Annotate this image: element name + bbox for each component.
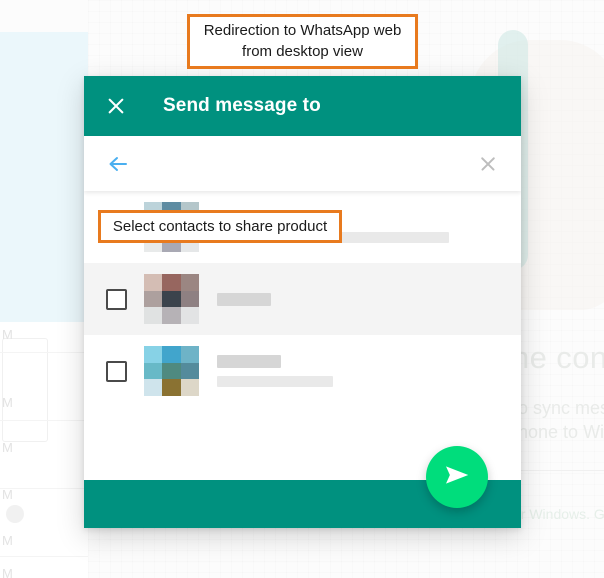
dialog-title: Send message to: [163, 95, 321, 116]
send-button[interactable]: [426, 446, 488, 508]
background-body-text: phone to Wi-: [508, 422, 604, 442]
background-chat-divider: [0, 352, 88, 353]
dialog-header: Send message to: [84, 76, 521, 136]
contact-name-redacted: [217, 355, 281, 368]
background-chat-divider: [0, 420, 88, 421]
background-sidebar-tint: [0, 32, 88, 322]
background-chat-divider: [0, 556, 88, 557]
background-chat-marker: M: [2, 533, 14, 548]
list-item[interactable]: [84, 335, 521, 407]
background-chat-marker: M: [2, 395, 14, 410]
close-icon[interactable]: [477, 153, 499, 175]
contact-checkbox[interactable]: [106, 360, 127, 382]
background-sidebar-card: [2, 338, 48, 442]
contact-status-redacted: [217, 376, 333, 387]
background-heading-text: he con: [512, 340, 604, 375]
send-icon: [442, 460, 472, 495]
background-body-text: o sync messag: [518, 398, 604, 418]
contact-checkbox[interactable]: [106, 288, 127, 310]
arrow-left-icon[interactable]: [106, 152, 130, 176]
avatar: [144, 274, 199, 324]
search-bar: [84, 136, 521, 191]
background-avatar-ghost: [6, 505, 24, 523]
background-chat-marker: M: [2, 440, 14, 455]
contact-name-redacted: [217, 292, 271, 306]
background-footer-text: or Windows. G: [513, 506, 604, 522]
contact-name-block: [217, 292, 271, 306]
background-chat-marker: M: [2, 487, 14, 502]
avatar: [144, 346, 199, 396]
close-icon[interactable]: [103, 93, 129, 119]
screenshot-root: M M M M M M he con o sync messag phone t…: [0, 0, 604, 578]
annotation-redirection: Redirection to WhatsApp web from desktop…: [187, 14, 418, 69]
annotation-select-contacts: Select contacts to share product: [98, 210, 342, 243]
list-item[interactable]: [84, 263, 521, 335]
background-chat-marker: M: [2, 566, 14, 578]
search-input[interactable]: [146, 155, 477, 172]
background-chat-marker: M: [2, 327, 14, 342]
contact-name-block: [217, 355, 333, 387]
